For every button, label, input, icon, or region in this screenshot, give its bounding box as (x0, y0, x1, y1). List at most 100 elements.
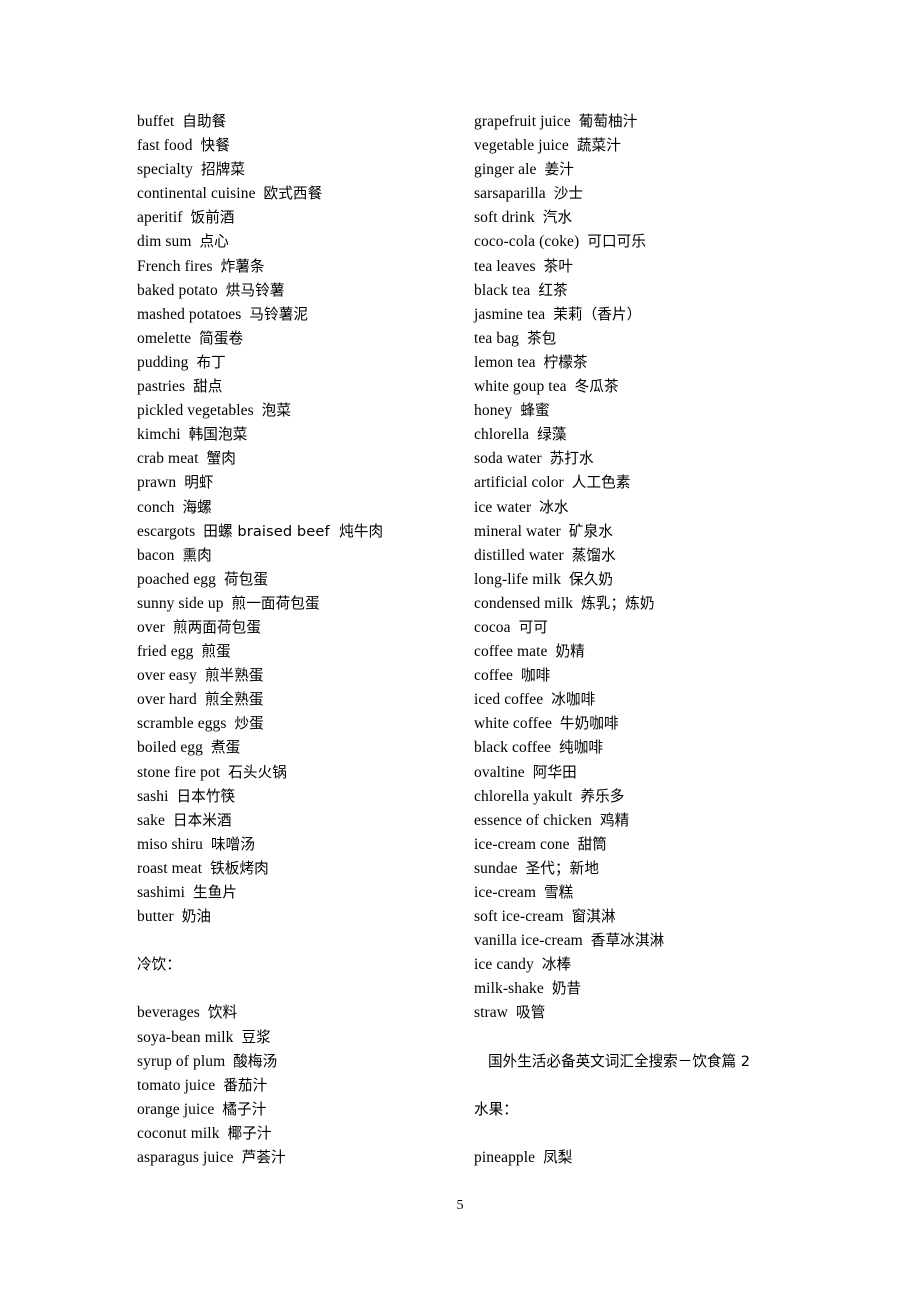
glossary-entry: mineral water 矿泉水 (474, 520, 834, 544)
entry-translation: 沙士 (553, 185, 584, 203)
glossary-entry: soda water 苏打水 (474, 447, 834, 471)
glossary-entry: jasmine tea 茉莉（香片） (474, 303, 834, 327)
entry-term: over easy (137, 667, 205, 685)
entry-translation: 汽水 (542, 209, 573, 227)
entry-term: sashimi (137, 884, 194, 901)
glossary-entry: black tea 红茶 (474, 279, 834, 303)
entry-term: white goup tea (474, 378, 575, 396)
entry-translation: 窗淇淋 (571, 908, 616, 926)
section-heading-fruit: 水果： (474, 1100, 518, 1118)
entry-translation: 蒸馏水 (571, 546, 616, 564)
entry-translation: 姜汁 (544, 161, 574, 179)
entry-translation: 香草冰淇淋 (590, 932, 665, 950)
entry-translation: 咖啡 (520, 667, 551, 685)
entry-term: beverages (137, 1004, 208, 1022)
entry-translation: 可口可乐 (587, 233, 647, 251)
entry-term: honey (474, 402, 521, 420)
entry-translation: 饭前酒 (190, 209, 235, 227)
glossary-entry: poached egg 荷包蛋 (137, 568, 467, 592)
glossary-entry: cocoa 可可 (474, 616, 834, 640)
document-heading: 国外生活必备英文词汇全搜索－饮食篇 2 (488, 1052, 751, 1070)
glossary-entry: ovaltine 阿华田 (474, 761, 834, 785)
glossary-entry: pudding 布丁 (137, 351, 467, 375)
entry-translation: 海螺 (182, 498, 212, 516)
entry-translation: 明虾 (184, 474, 214, 492)
entry-translation: 鸡精 (599, 811, 630, 829)
entry-term: coconut milk (137, 1124, 228, 1142)
entry-term: ice-cream cone (474, 835, 578, 853)
entry-translation: 豆浆 (241, 1028, 271, 1046)
entry-term: ginger ale (474, 161, 545, 179)
glossary-entry: honey 蜂蜜 (474, 399, 834, 423)
glossary-entry: tea bag 茶包 (474, 327, 834, 351)
entry-translation: 蜂蜜 (520, 402, 550, 420)
entry-translation: 点心 (199, 233, 229, 251)
entry-term: sundae (474, 859, 526, 877)
entry-term: prawn (137, 474, 185, 492)
entry-term: sunny side up (137, 594, 232, 612)
entry-term: mashed potatoes (137, 305, 250, 323)
entry-translation: 奶昔 (551, 980, 582, 998)
glossary-entry: kimchi 韩国泡菜 (137, 423, 467, 447)
entry-translation: 简蛋卷 (199, 329, 244, 347)
entry-translation: 荷包蛋 (223, 570, 269, 588)
glossary-entry: dim sum 点心 (137, 230, 467, 254)
glossary-entry: buffet 自助餐 (137, 110, 467, 134)
glossary-entry: grapefruit juice 葡萄柚汁 (474, 110, 834, 134)
entry-term: condensed milk (474, 594, 582, 612)
glossary-entry: bacon 熏肉 (137, 544, 467, 568)
entry-translation: 保久奶 (569, 570, 614, 588)
glossary-entry: white goup tea 冬瓜茶 (474, 375, 834, 399)
entry-translation: 冰棒 (541, 956, 572, 974)
entry-term: soft ice-cream (474, 908, 572, 926)
entry-translation: 蟹肉 (206, 450, 236, 468)
glossary-entry: ice water 冰水 (474, 496, 834, 520)
glossary-entry: condensed milk 炼乳；炼奶 (474, 592, 834, 616)
entry-term: continental cuisine (137, 185, 264, 203)
entry-translation: 养乐多 (580, 787, 625, 805)
entry-translation: 茉莉（香片） (553, 305, 642, 323)
entry-translation: 煎半熟蛋 (204, 667, 264, 685)
glossary-entry: long-life milk 保久奶 (474, 568, 834, 592)
entry-term: soya-bean milk (137, 1028, 242, 1046)
entry-translation: 番茄汁 (223, 1076, 268, 1094)
glossary-entry: straw 吸管 (474, 1001, 834, 1025)
entry-term: essence of chicken (474, 811, 600, 829)
right-column-drink-list: grapefruit juice 葡萄柚汁 vegetable juice 蔬菜汁… (474, 110, 834, 1026)
entry-term: coco-cola (coke) (474, 233, 588, 251)
entry-translation: 阿华田 (532, 763, 577, 781)
glossary-entry: coco-cola (coke) 可口可乐 (474, 230, 834, 254)
entry-translation: 布丁 (196, 353, 226, 371)
entry-term: baked potato (137, 281, 226, 299)
entry-translation: 快餐 (200, 137, 230, 155)
entry-term: lemon tea (474, 353, 544, 371)
glossary-entry: mashed potatoes 马铃薯泥 (137, 303, 467, 327)
entry-translation: 味噌汤 (210, 835, 256, 853)
glossary-entry: coffee 咖啡 (474, 664, 834, 688)
glossary-entry: butter 奶油 (137, 905, 467, 929)
glossary-entry: ginger ale 姜汁 (474, 158, 834, 182)
entry-translation: 苏打水 (549, 450, 594, 468)
page-number: 5 (456, 1198, 464, 1213)
entry-term: asparagus juice (137, 1149, 242, 1167)
glossary-entry: pickled vegetables 泡菜 (137, 399, 467, 423)
entry-term: coffee mate (474, 643, 556, 661)
glossary-entry: pastries 甜点 (137, 375, 467, 399)
glossary-entry: ice candy 冰棒 (474, 953, 834, 977)
entry-translation: 椰子汁 (227, 1124, 272, 1142)
entry-translation: 自助餐 (182, 113, 227, 130)
entry-translation: 煎一面荷包蛋 (231, 594, 320, 612)
glossary-entry: escargots 田螺 braised beef 炖牛肉 (137, 520, 467, 544)
glossary-entry: chlorella yakult 养乐多 (474, 785, 834, 809)
entry-translation: 牛奶咖啡 (559, 715, 619, 733)
glossary-entry: miso shiru 味噌汤 (137, 833, 467, 857)
entry-term: black tea (474, 281, 539, 299)
glossary-entry: omelette 简蛋卷 (137, 327, 467, 351)
glossary-entry: white coffee 牛奶咖啡 (474, 712, 834, 736)
glossary-entry: chlorella 绿藻 (474, 423, 834, 447)
entry-term: pineapple (474, 1149, 544, 1167)
entry-translation: 熏肉 (182, 546, 212, 564)
